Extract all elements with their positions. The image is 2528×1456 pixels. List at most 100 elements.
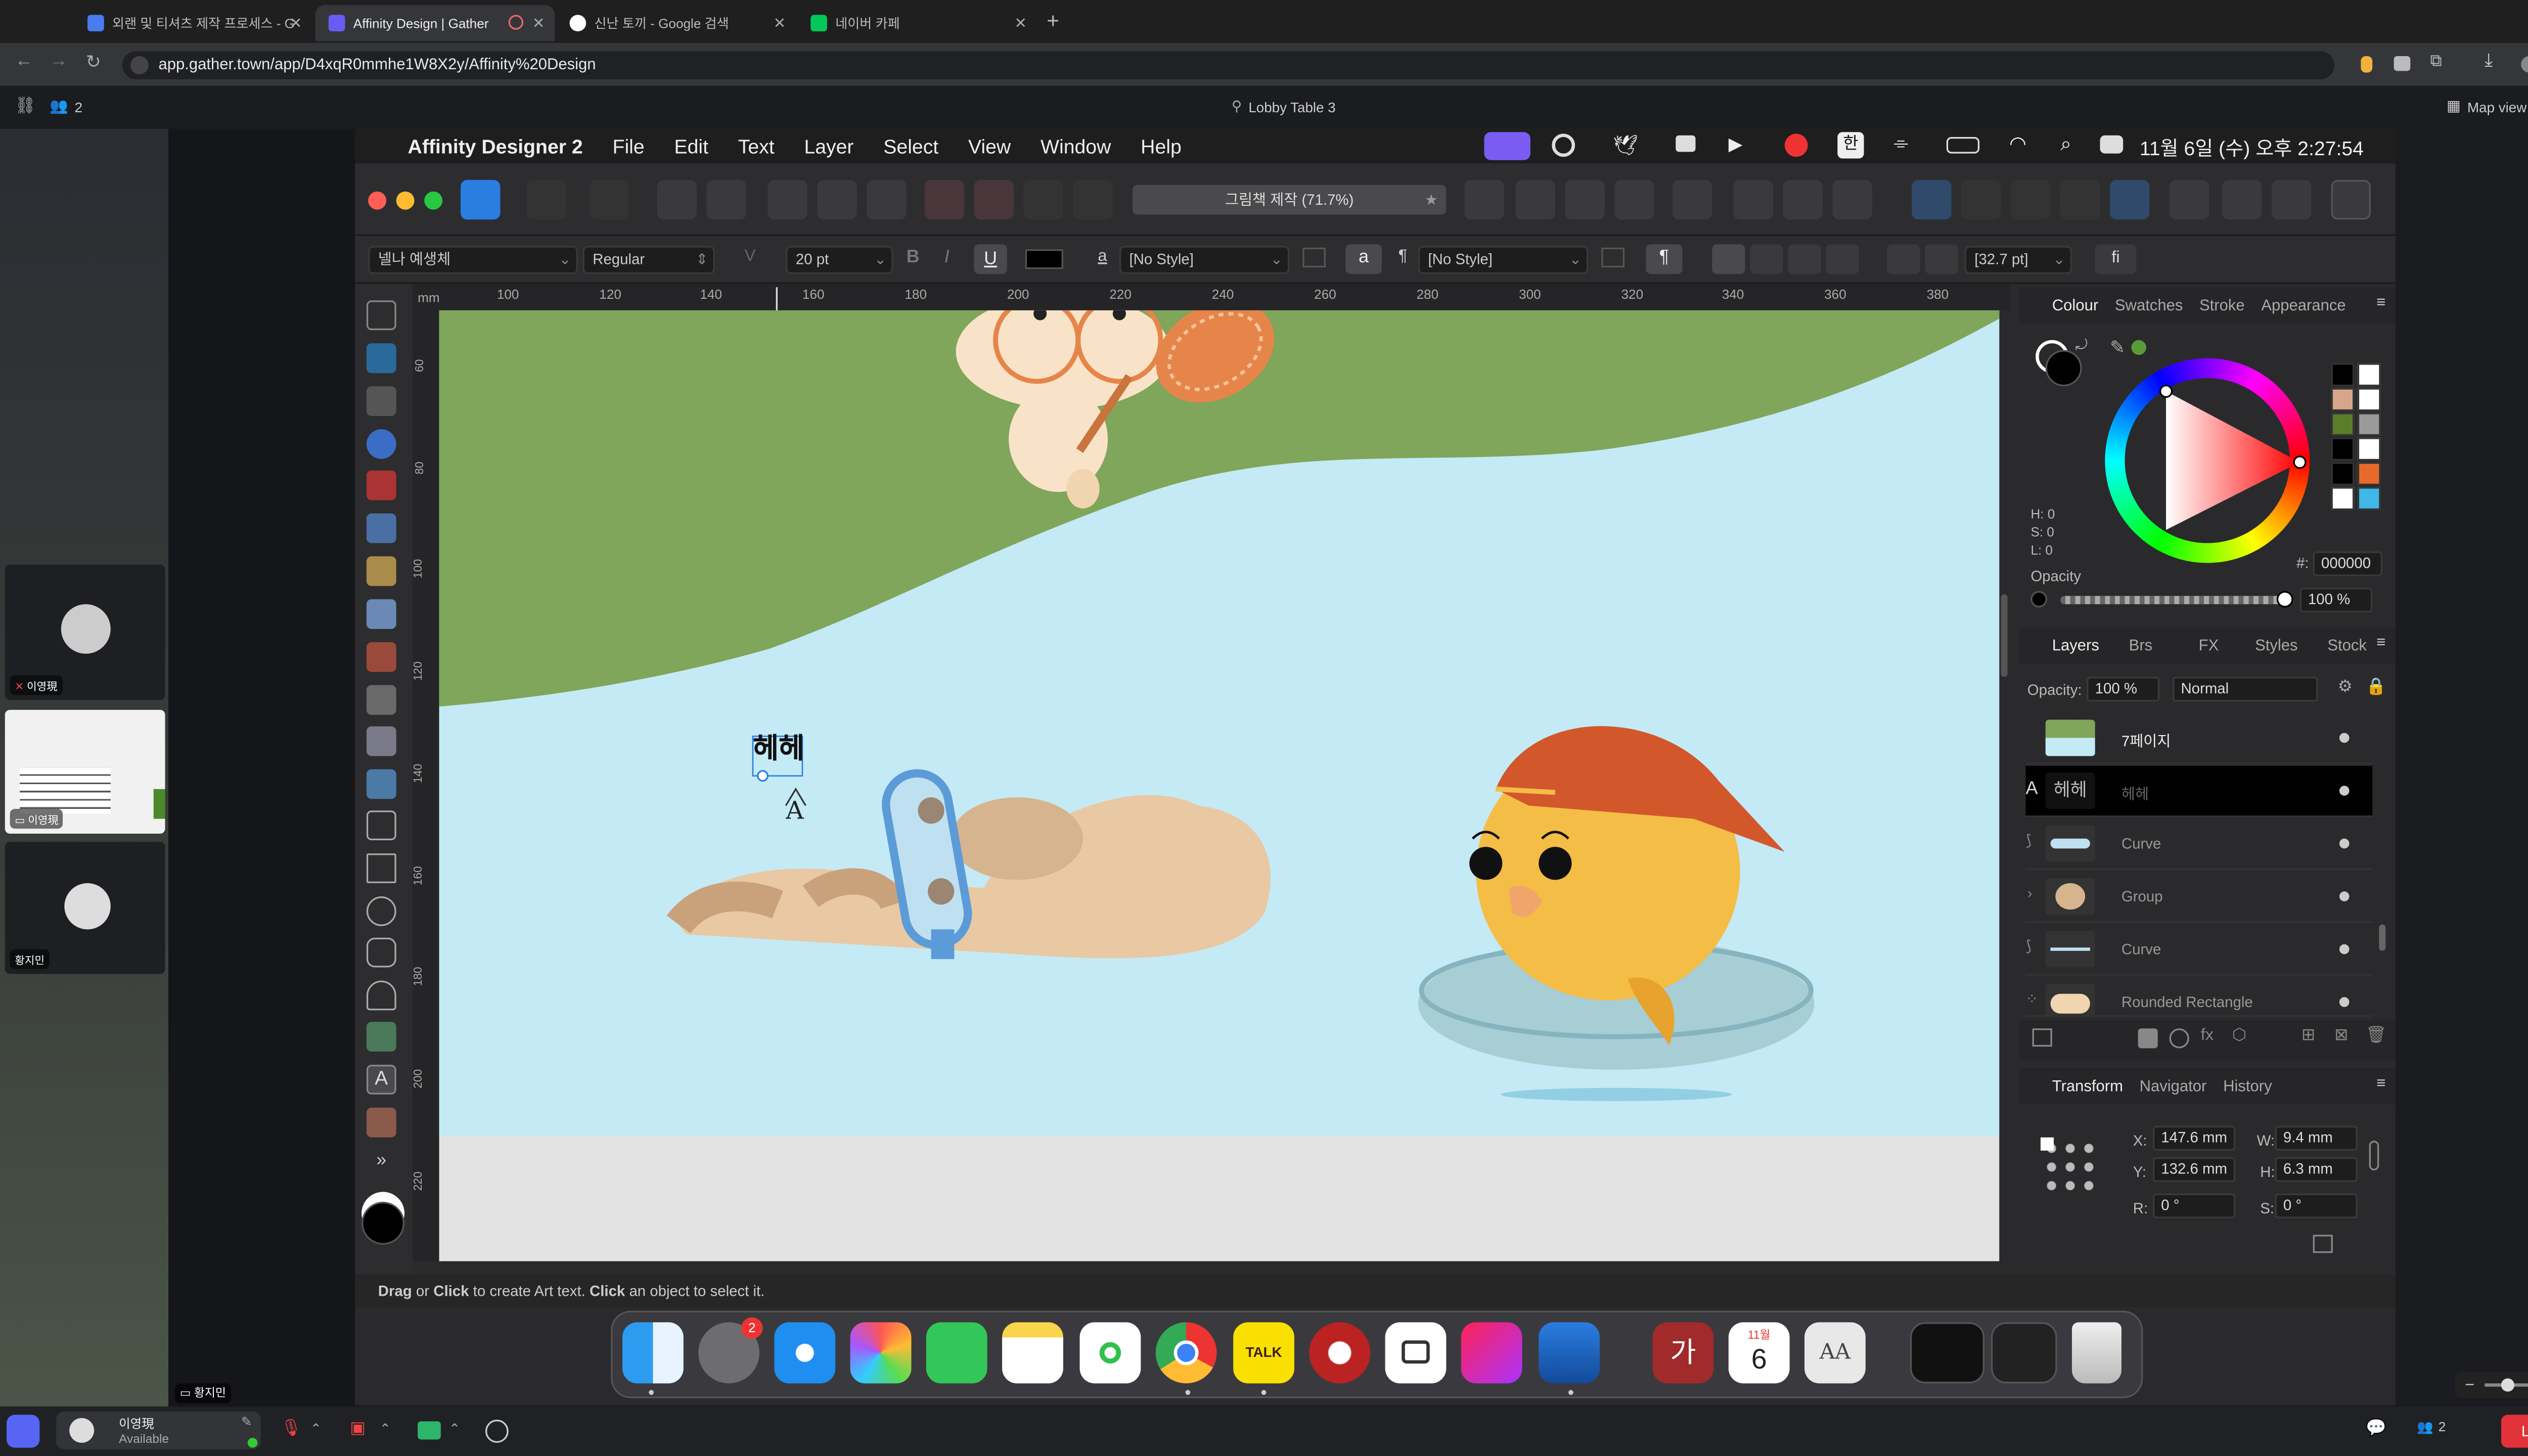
- gather-logo-icon[interactable]: [7, 1415, 40, 1448]
- opacity-slider[interactable]: [2060, 590, 2293, 608]
- screen-share-status-icon[interactable]: [1484, 132, 1530, 160]
- document-title[interactable]: 그림책 제작 (71.7%) ★: [1132, 185, 1447, 215]
- bullet-list-icon[interactable]: [1887, 244, 1920, 275]
- calendar-icon[interactable]: 11월 6: [1728, 1322, 1790, 1384]
- add-layer-icon[interactable]: ⊞: [2301, 1027, 2315, 1045]
- x-field[interactable]: 147.6 mm: [2152, 1125, 2236, 1151]
- opacity-slider-handle[interactable]: [2276, 590, 2293, 608]
- close-tab-icon[interactable]: ✕: [1014, 15, 1027, 33]
- affinity-designer-icon[interactable]: [1539, 1322, 1600, 1384]
- font-style-select[interactable]: Regular ⇕: [582, 246, 715, 275]
- y-field[interactable]: 132.6 mm: [2152, 1157, 2236, 1182]
- pencil-tool-icon[interactable]: [366, 556, 396, 586]
- browser-tab[interactable]: 신난 토끼 - Google 검색 ✕: [556, 5, 795, 41]
- colour-swatch[interactable]: [2357, 487, 2381, 510]
- align-icon[interactable]: [1672, 179, 1712, 220]
- clear-paragraph-icon[interactable]: [1601, 247, 1625, 267]
- blend-mode-select[interactable]: Normal: [2173, 676, 2318, 702]
- layer-thumbnail-toggle-icon[interactable]: [2032, 1028, 2052, 1047]
- fx-icon[interactable]: fx: [2201, 1027, 2214, 1045]
- opacity-field[interactable]: 100 %: [2299, 587, 2373, 613]
- pixel-persona-icon[interactable]: [526, 179, 566, 220]
- my-status-card[interactable]: 이영現 Available ✎: [56, 1411, 261, 1449]
- document-canvas[interactable]: 헤헤 A: [439, 310, 2000, 1261]
- vector-brush-icon[interactable]: [366, 599, 396, 629]
- font-book-icon[interactable]: AA: [1804, 1322, 1866, 1384]
- lock-icon[interactable]: 🔒: [2366, 678, 2386, 697]
- participants-count[interactable]: 👥 2: [50, 98, 82, 116]
- underline-button[interactable]: U: [974, 244, 1007, 275]
- star-icon[interactable]: ★: [1425, 185, 1438, 215]
- rectangle-tool-icon[interactable]: [366, 853, 396, 883]
- menu-text[interactable]: Text: [738, 134, 775, 158]
- panel-menu-icon[interactable]: ≡: [2376, 634, 2385, 652]
- calendar-status-icon[interactable]: [1676, 135, 1696, 152]
- ligature-button[interactable]: fi: [2095, 244, 2137, 275]
- colour-wheel[interactable]: [2105, 358, 2310, 563]
- camera-extension-icon[interactable]: [2394, 56, 2411, 71]
- close-tab-icon[interactable]: ✕: [532, 15, 545, 33]
- chat-icon[interactable]: 💬: [2366, 1420, 2386, 1438]
- control-center-icon[interactable]: [2100, 135, 2124, 154]
- assistant-icon[interactable]: [2222, 179, 2262, 220]
- chrome-icon[interactable]: [1155, 1322, 1217, 1384]
- align-right-icon[interactable]: [1788, 244, 1821, 275]
- back-arrow-icon[interactable]: ←: [15, 51, 33, 71]
- eyedropper-tool-icon[interactable]: [366, 1108, 396, 1138]
- photos-icon[interactable]: [850, 1322, 912, 1384]
- minimize-window-icon[interactable]: [396, 191, 415, 210]
- snapping-magnet-icon[interactable]: [1832, 179, 1872, 220]
- bold-button[interactable]: B: [907, 248, 920, 267]
- colour-swatch[interactable]: [2357, 413, 2381, 436]
- text-colour-swatch[interactable]: [1025, 249, 1063, 269]
- wifi-icon[interactable]: ◠: [2009, 132, 2026, 155]
- map-view-button[interactable]: ▦ Map view: [2447, 98, 2526, 116]
- menu-edit[interactable]: Edit: [674, 134, 708, 158]
- distribute-icon[interactable]: [1733, 179, 1773, 220]
- menu-file[interactable]: File: [613, 134, 645, 158]
- colour-swatch[interactable]: [2357, 437, 2381, 461]
- rounded-shape-icon[interactable]: [366, 980, 396, 1011]
- divide-icon[interactable]: [2110, 179, 2150, 220]
- chevron-up-icon[interactable]: ⌃: [380, 1421, 391, 1436]
- leading-field[interactable]: [32.7 pt] ⌄: [1964, 246, 2072, 275]
- group-icon[interactable]: ⊠: [2334, 1027, 2348, 1045]
- stroke-swatch[interactable]: [362, 1202, 404, 1245]
- designer-persona-icon[interactable]: [461, 179, 501, 220]
- battery-icon[interactable]: [1946, 137, 1980, 154]
- link-icon[interactable]: ⛓: [15, 98, 35, 116]
- visibility-dot-icon[interactable]: [2339, 733, 2350, 743]
- visibility-dot-icon[interactable]: [2339, 786, 2350, 796]
- compass-app-icon[interactable]: [1309, 1322, 1371, 1384]
- colour-swatch[interactable]: [2357, 462, 2381, 485]
- boolean-icon[interactable]: [1783, 179, 1823, 220]
- shape-tool-icon[interactable]: [366, 937, 396, 968]
- settings-gear-icon[interactable]: [657, 179, 697, 220]
- menu-select[interactable]: Select: [883, 134, 938, 158]
- shear-field[interactable]: 0 °: [2275, 1193, 2358, 1218]
- tab-layers[interactable]: Layers: [2052, 636, 2099, 655]
- antenna-icon[interactable]: ⌯: [1893, 133, 1908, 155]
- app-menu[interactable]: Affinity Designer 2: [408, 134, 583, 158]
- tab-stroke[interactable]: Stroke: [2199, 296, 2245, 314]
- pixel-layer-icon[interactable]: ⬡: [2232, 1027, 2247, 1045]
- notes-icon[interactable]: [1002, 1322, 1063, 1384]
- crop-tool-icon[interactable]: [366, 810, 396, 841]
- layer-settings-gear-icon[interactable]: ⚙: [2338, 678, 2353, 697]
- mic-off-icon[interactable]: 🎙: [281, 1420, 301, 1438]
- forward-arrow-icon[interactable]: →: [50, 51, 68, 71]
- layer-row-selected[interactable]: A 헤헤 헤헤: [2025, 766, 2373, 817]
- tab-colour[interactable]: Colour: [2052, 296, 2098, 314]
- colour-picker-icon[interactable]: [2272, 179, 2312, 220]
- recent-window-thumbnail[interactable]: [1910, 1322, 1984, 1384]
- edit-pencil-icon[interactable]: ✎: [241, 1415, 252, 1429]
- adjustment-icon[interactable]: [2169, 1028, 2189, 1049]
- colour-swatch[interactable]: [2357, 363, 2381, 387]
- leave-button[interactable]: Leave: [2501, 1415, 2528, 1448]
- view-mode-icon[interactable]: [2169, 179, 2209, 220]
- user-account-icon[interactable]: [2331, 179, 2371, 220]
- zoom-window-icon[interactable]: [424, 191, 443, 210]
- font-family-select[interactable]: 넬나 예생체 ⌄: [368, 246, 578, 275]
- input-method-icon[interactable]: 한: [1837, 132, 1864, 159]
- clock[interactable]: 11월 6일 (수) 오후 2:27:54: [2140, 133, 2364, 162]
